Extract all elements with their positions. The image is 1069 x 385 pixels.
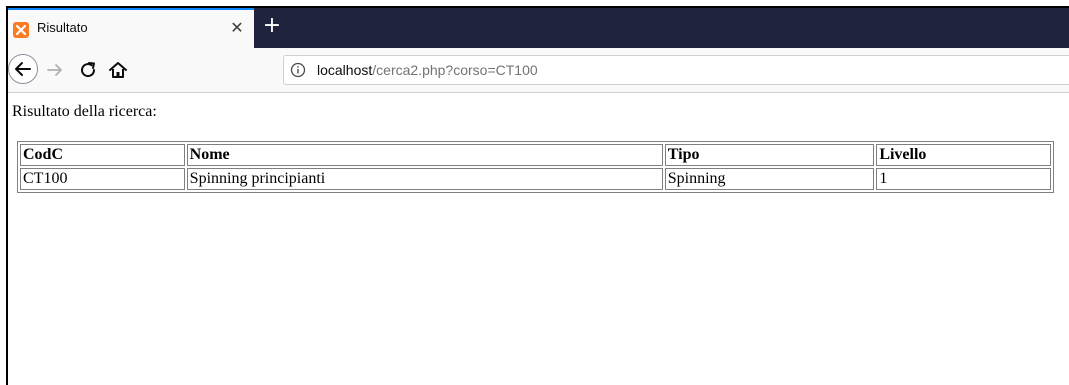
table-header-row: CodC Nome Tipo Livello [20, 144, 1051, 166]
tab-strip: Risultato ✕ + [8, 8, 1069, 48]
navigation-toolbar: localhost/cerca2.php?corso=CT100 [8, 48, 1069, 93]
home-button[interactable] [107, 59, 129, 81]
forward-button[interactable] [44, 59, 66, 81]
url-path: /cerca2.php?corso=CT100 [372, 62, 538, 78]
tab-title: Risultato [37, 20, 88, 35]
back-arrow-icon [15, 62, 31, 76]
table-row: CT100 Spinning principianti Spinning 1 [20, 168, 1051, 190]
url-host: localhost [317, 62, 373, 78]
tab-risultato[interactable]: Risultato ✕ [8, 8, 254, 48]
new-tab-button[interactable]: + [260, 14, 284, 38]
forward-arrow-icon [47, 64, 62, 76]
column-header-codc: CodC [20, 144, 185, 166]
cell-codc: CT100 [20, 168, 185, 190]
browser-window: Risultato ✕ + localhost/cerca2.php?corso… [6, 6, 1069, 385]
home-icon [109, 62, 127, 78]
cell-tipo: Spinning [664, 168, 875, 190]
column-header-livello: Livello [876, 144, 1051, 166]
reload-button[interactable] [77, 59, 99, 81]
cell-livello: 1 [876, 168, 1051, 190]
column-header-tipo: Tipo [664, 144, 875, 166]
close-tab-icon[interactable]: ✕ [228, 18, 246, 38]
results-table: CodC Nome Tipo Livello CT100 Spinning pr… [17, 141, 1054, 193]
page-heading: Risultato della ricerca: [12, 103, 157, 120]
address-bar[interactable]: localhost/cerca2.php?corso=CT100 [283, 55, 1069, 85]
back-button[interactable] [8, 54, 38, 84]
info-icon[interactable] [290, 62, 306, 78]
xampp-favicon-icon [13, 22, 29, 38]
cell-nome: Spinning principianti [186, 168, 663, 190]
url-text: localhost/cerca2.php?corso=CT100 [317, 62, 538, 78]
page-content: Risultato della ricerca: CodC Nome Tipo … [8, 93, 1069, 385]
column-header-nome: Nome [186, 144, 663, 166]
reload-icon [81, 62, 96, 78]
